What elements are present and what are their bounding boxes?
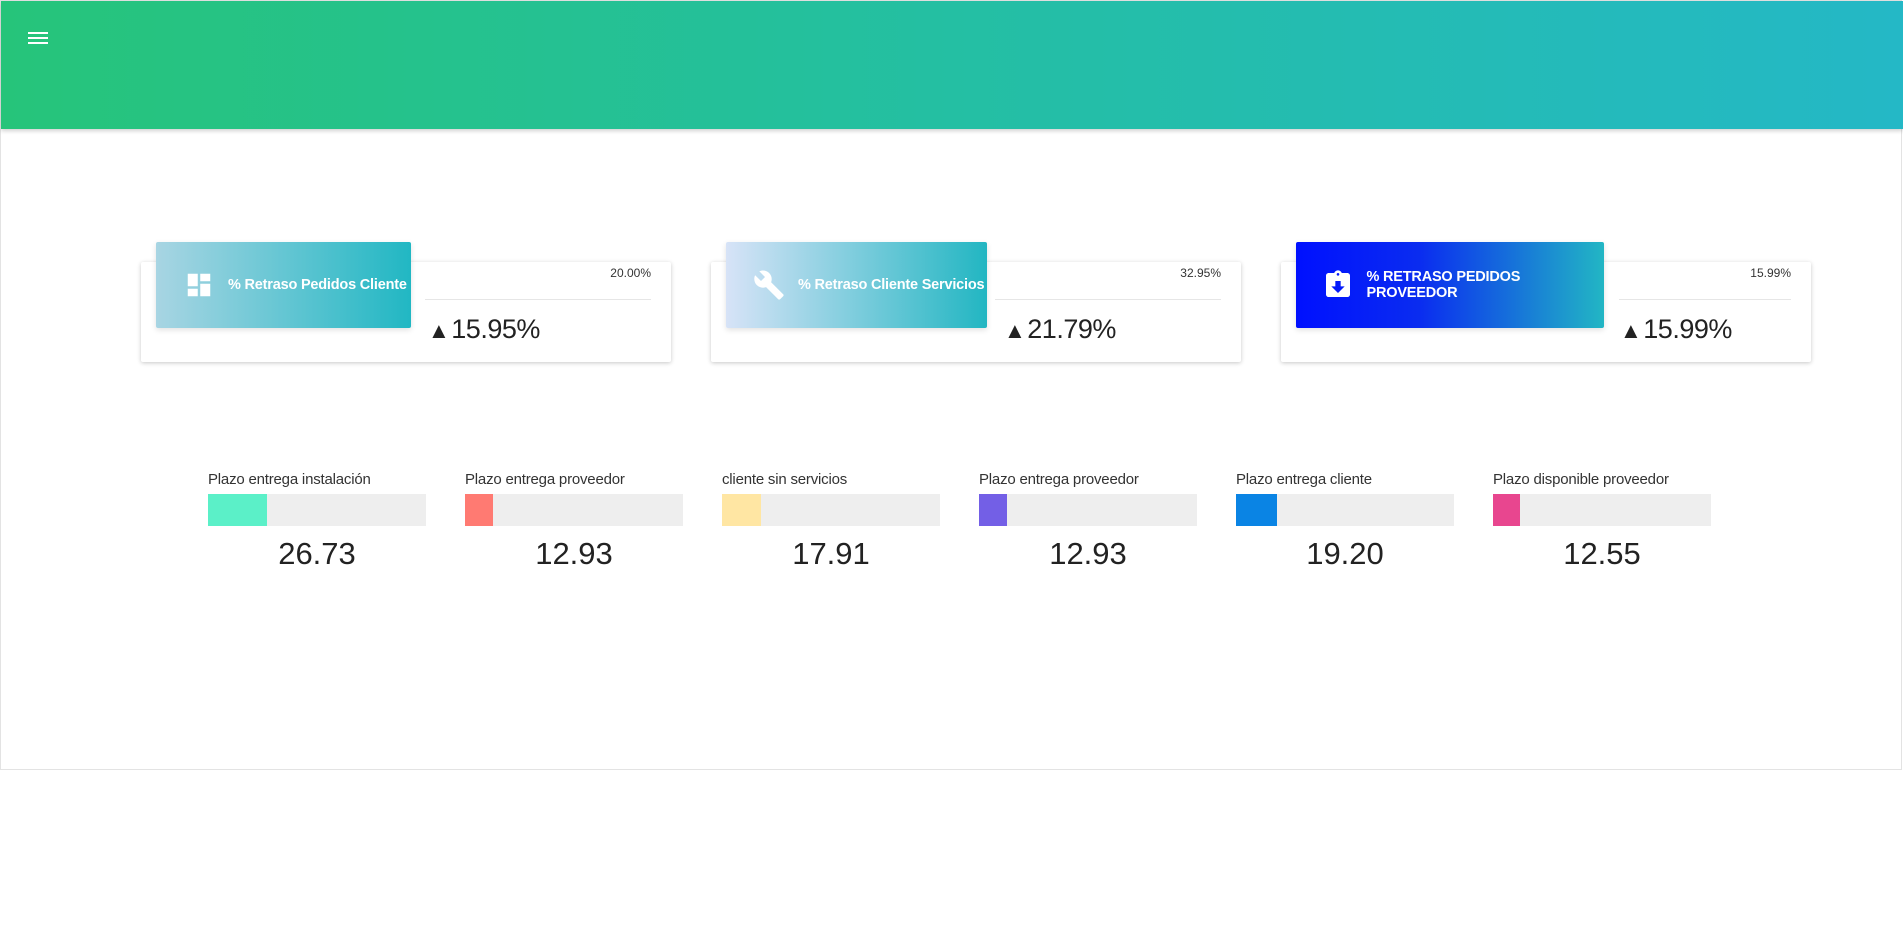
metric-bar-fill: [1493, 494, 1521, 526]
metric-bar-fill: [979, 494, 1008, 526]
metric-value: 12.93: [535, 536, 613, 571]
metric-value: 12.93: [1049, 536, 1127, 571]
hamburger-menu-icon[interactable]: [23, 23, 53, 53]
kpi-title: % Retraso Pedidos Cliente: [228, 277, 407, 293]
kpi-card-retraso-pedidos-cliente: % Retraso Pedidos Cliente 20.00% ▲15.95%: [141, 242, 671, 362]
metric-label: Plazo entrega proveedor: [979, 471, 1139, 488]
top-app-bar: [1, 1, 1903, 129]
metric-value: 17.91: [792, 536, 870, 571]
metric-plazo-entrega-cliente: Plazo entrega cliente 19.20: [1236, 471, 1454, 572]
metric-plazo-entrega-proveedor-2: Plazo entrega proveedor 12.93: [979, 471, 1197, 572]
kpi-card-retraso-cliente-servicios: % Retraso Cliente Servicios 32.95% ▲21.7…: [711, 242, 1241, 362]
metric-value: 12.55: [1563, 536, 1641, 571]
metric-plazo-disponible-proveedor: Plazo disponible proveedor 12.55: [1493, 471, 1711, 572]
metric-bar-track: [722, 494, 940, 526]
kpi-header[interactable]: % RETRASO PEDIDOS PROVEEDOR: [1296, 242, 1604, 328]
metric-bar-fill: [722, 494, 762, 526]
kpi-value: ▲15.99%: [1620, 314, 1732, 344]
metric-bar-track: [1493, 494, 1711, 526]
metric-bar-fill: [465, 494, 494, 526]
metric-bar-track: [1236, 494, 1454, 526]
metric-bar-track: [979, 494, 1197, 526]
metric-value: 26.73: [278, 536, 356, 571]
divider: [1619, 299, 1791, 300]
metric-bar-fill: [208, 494, 267, 526]
metric-label: Plazo entrega proveedor: [465, 471, 625, 488]
metric-label: Plazo entrega cliente: [1236, 471, 1372, 488]
metric-plazo-entrega-proveedor: Plazo entrega proveedor 12.93: [465, 471, 683, 572]
kpi-value: ▲21.79%: [1004, 314, 1116, 344]
metric-bar-fill: [1236, 494, 1278, 526]
kpi-card-retraso-pedidos-proveedor: % RETRASO PEDIDOS PROVEEDOR 15.99% ▲15.9…: [1281, 242, 1811, 362]
kpi-title: % Retraso Cliente Servicios: [798, 277, 985, 293]
dashboard-icon: [182, 268, 216, 302]
kpi-header[interactable]: % Retraso Cliente Servicios: [726, 242, 987, 328]
metric-value: 19.20: [1306, 536, 1384, 571]
metric-label: cliente sin servicios: [722, 471, 848, 488]
kpi-value: ▲15.95%: [428, 314, 540, 344]
divider: [995, 299, 1221, 300]
kpi-target: 20.00%: [610, 266, 651, 280]
metric-cliente-sin-servicios: cliente sin servicios 17.91: [722, 471, 940, 572]
metric-bar-track: [465, 494, 683, 526]
metric-label: Plazo disponible proveedor: [1493, 471, 1669, 488]
clipboard-download-icon: [1322, 268, 1355, 302]
wrench-icon: [752, 268, 786, 302]
metric-bar-track: [208, 494, 426, 526]
kpi-header[interactable]: % Retraso Pedidos Cliente: [156, 242, 411, 328]
trend-up-icon: ▲: [1620, 318, 1642, 343]
kpi-title: % RETRASO PEDIDOS PROVEEDOR: [1366, 269, 1521, 301]
trend-up-icon: ▲: [428, 318, 450, 343]
metric-label: Plazo entrega instalación: [208, 471, 371, 488]
kpi-target: 32.95%: [1180, 266, 1221, 280]
metric-plazo-entrega-instalacion: Plazo entrega instalación 26.73: [208, 471, 426, 572]
divider: [425, 299, 651, 300]
trend-up-icon: ▲: [1004, 318, 1026, 343]
kpi-target: 15.99%: [1750, 266, 1791, 280]
